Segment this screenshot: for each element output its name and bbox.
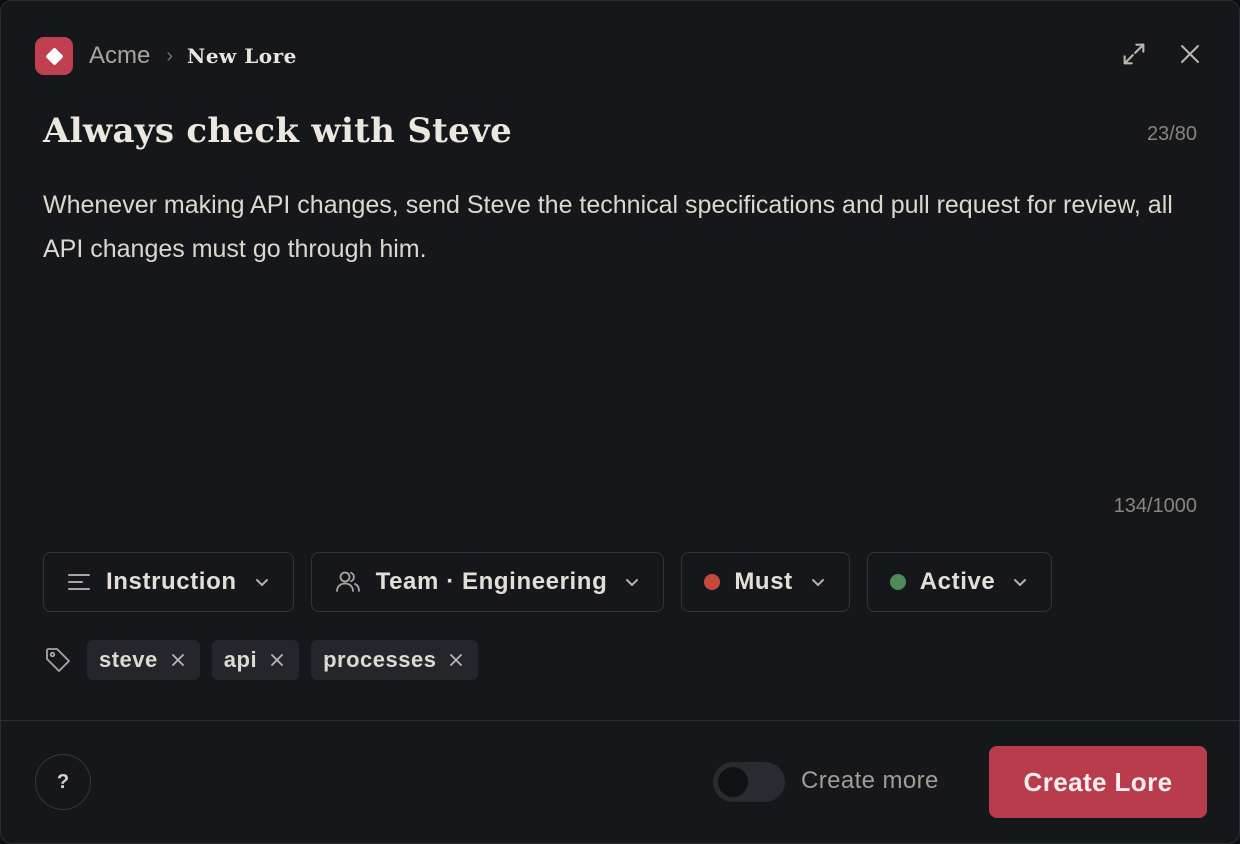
status-label: Active [919, 568, 996, 595]
footer-divider [1, 720, 1239, 721]
type-label: Instruction [106, 568, 237, 595]
tag-icon[interactable] [43, 645, 75, 675]
create-more-toggle[interactable] [713, 762, 785, 802]
tag-label: processes [323, 647, 437, 672]
status-dropdown[interactable]: Active [866, 552, 1053, 612]
expand-icon[interactable] [1119, 39, 1149, 69]
tag-list: steve api processes [43, 640, 479, 680]
priority-dot-icon [704, 574, 721, 590]
priority-label: Must [734, 568, 793, 595]
tag-chip: processes [311, 640, 479, 680]
tag-chip: steve [87, 640, 200, 680]
lore-title-input[interactable]: Always check with Steve [43, 111, 512, 151]
scope-dropdown[interactable]: Team · Engineering [310, 552, 665, 612]
create-lore-button[interactable]: Create Lore [989, 746, 1207, 818]
chevron-right-icon: › [166, 44, 174, 67]
breadcrumb-org[interactable]: Acme [89, 42, 150, 70]
workspace-logo [35, 37, 73, 75]
help-button[interactable]: ? [35, 754, 91, 810]
priority-dropdown[interactable]: Must [681, 552, 850, 612]
create-more-label: Create more [801, 767, 939, 794]
description-char-count: 134/1000 [1113, 495, 1197, 517]
create-lore-dialog: Acme › New Lore Always check with Steve … [0, 0, 1240, 844]
remove-tag-icon[interactable] [269, 652, 285, 668]
chevron-down-icon [809, 573, 827, 591]
status-dot-icon [889, 574, 906, 590]
close-icon[interactable] [1175, 39, 1205, 69]
breadcrumb-page: New Lore [187, 44, 297, 68]
lore-description-input[interactable]: Whenever making API changes, send Steve … [43, 183, 1203, 271]
title-char-count: 23/80 [1146, 123, 1197, 145]
tag-label: steve [99, 647, 158, 672]
type-dropdown[interactable]: Instruction [43, 552, 294, 612]
remove-tag-icon[interactable] [170, 652, 186, 668]
scope-label: Team · Engineering [375, 568, 608, 595]
lines-icon [66, 571, 92, 593]
toggle-knob [718, 767, 748, 797]
breadcrumb: Acme › New Lore [35, 37, 297, 75]
users-icon [334, 569, 362, 595]
tag-label: api [223, 647, 258, 672]
chevron-down-icon [623, 573, 641, 591]
chevron-down-icon [253, 573, 271, 591]
tag-chip: api [211, 640, 300, 680]
remove-tag-icon[interactable] [448, 652, 464, 668]
chevron-down-icon [1011, 573, 1029, 591]
